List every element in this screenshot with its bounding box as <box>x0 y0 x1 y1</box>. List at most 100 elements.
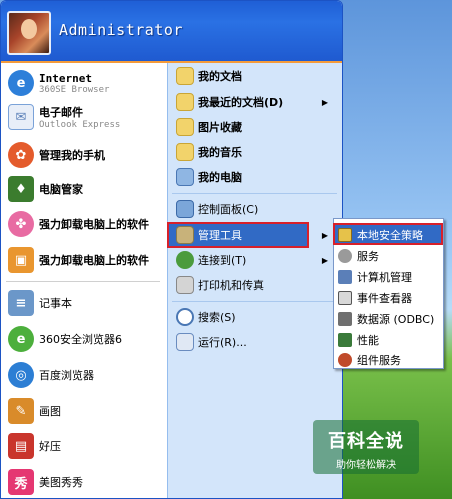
control-panel-icon <box>176 200 194 218</box>
menu-item-label: 管理我的手机 <box>39 149 105 162</box>
performance-icon <box>338 333 352 347</box>
submenu-item-performance[interactable]: 性能 <box>338 332 379 348</box>
menu-item-printers[interactable]: 打印机和传真 <box>176 276 264 294</box>
paint-icon: ✎ <box>8 398 34 424</box>
submenu-arrow-icon: ▶ <box>321 255 328 265</box>
menu-item-label: 控制面板(C) <box>198 203 259 216</box>
menu-item-label: 好压 <box>39 440 61 453</box>
submenu-item-label: 数据源 (ODBC) <box>357 313 435 326</box>
menu-item-music[interactable]: 我的音乐 <box>176 143 242 161</box>
menu-item-label: 画图 <box>39 405 61 418</box>
shield-icon: ♦ <box>8 176 34 202</box>
computer-icon <box>176 168 194 186</box>
submenu-item-label: 事件查看器 <box>357 292 412 305</box>
email-icon: ✉ <box>8 104 34 130</box>
submenu-arrow-icon: ▶ <box>321 230 328 240</box>
menu-item-recent-documents[interactable]: 我最近的文档(D) ▶ <box>176 93 336 111</box>
package-icon: ▣ <box>8 247 34 273</box>
menu-item-email[interactable]: ✉ 电子邮件 Outlook Express <box>8 104 120 130</box>
submenu-item-label: 性能 <box>357 334 379 347</box>
recent-folder-icon <box>176 93 194 111</box>
start-menu-header: Administrator <box>1 1 342 63</box>
menu-item-label: 电脑管家 <box>39 183 83 196</box>
menu-item-label: 搜索(S) <box>198 311 236 324</box>
menu-item-notepad[interactable]: ≡ 记事本 <box>8 290 72 316</box>
menu-item-360-browser[interactable]: e 360安全浏览器6 <box>8 326 122 352</box>
search-icon <box>176 308 194 326</box>
menu-item-uninstall-2[interactable]: ▣ 强力卸载电脑上的软件 <box>8 247 149 273</box>
submenu-item-label: 计算机管理 <box>357 271 412 284</box>
menu-item-run[interactable]: 运行(R)... <box>176 333 247 351</box>
menu-item-haozip[interactable]: ▤ 好压 <box>8 433 61 459</box>
component-services-icon <box>338 353 352 367</box>
submenu-item-local-security-policy[interactable]: 本地安全策略 <box>338 227 423 243</box>
menu-item-sublabel: Outlook Express <box>39 120 121 130</box>
menu-item-pictures[interactable]: 图片收藏 <box>176 118 242 136</box>
separator <box>172 193 337 194</box>
menu-item-label: 强力卸载电脑上的软件 <box>39 254 149 267</box>
menu-item-label: 管理工具 <box>198 229 242 242</box>
menu-item-label: 强力卸载电脑上的软件 <box>39 218 149 231</box>
menu-item-label: 我的音乐 <box>198 146 242 159</box>
menu-item-label: 360安全浏览器6 <box>39 333 122 346</box>
menu-item-search[interactable]: 搜索(S) <box>176 308 236 326</box>
submenu-item-odbc[interactable]: 数据源 (ODBC) <box>338 311 434 327</box>
folder-icon <box>176 67 194 85</box>
printer-icon <box>176 276 194 294</box>
menu-item-uninstall[interactable]: ✤ 强力卸载电脑上的软件 <box>8 211 149 237</box>
menu-item-label: 我最近的文档(D) <box>198 96 284 109</box>
menu-item-sublabel: 360SE Browser <box>39 84 110 95</box>
menu-item-meitu[interactable]: 秀 美图秀秀 <box>8 469 83 495</box>
pictures-folder-icon <box>176 118 194 136</box>
menu-item-my-documents[interactable]: 我的文档 <box>176 67 242 85</box>
menu-item-label: 我的文档 <box>198 70 242 83</box>
phone-manager-icon: ✿ <box>8 142 34 168</box>
watermark-title: 百科全说 <box>328 431 404 452</box>
network-icon <box>176 251 194 269</box>
menu-item-label: 图片收藏 <box>198 121 242 134</box>
menu-item-label: 百度浏览器 <box>39 369 94 382</box>
menu-item-label: 我的电脑 <box>198 171 242 184</box>
services-gear-icon <box>338 249 352 263</box>
menu-item-label: 电子邮件 <box>39 106 83 119</box>
admin-tools-icon <box>176 226 194 244</box>
submenu-arrow-icon: ▶ <box>321 97 328 107</box>
menu-item-label: 运行(R)... <box>198 336 247 349</box>
separator <box>6 281 160 282</box>
submenu-item-services[interactable]: 服务 <box>338 248 379 264</box>
menu-item-connect-to[interactable]: 连接到(T) ▶ <box>176 251 336 269</box>
menu-item-baidu-browser[interactable]: ◎ 百度浏览器 <box>8 362 94 388</box>
browser-globe-icon: e <box>8 70 34 96</box>
computer-management-icon <box>338 270 352 284</box>
menu-item-label: Internet <box>39 71 92 85</box>
security-policy-icon <box>338 228 352 242</box>
watermark-subtitle: 助你轻松解决 <box>336 460 396 471</box>
data-source-icon <box>338 312 352 326</box>
submenu-item-event-viewer[interactable]: 事件查看器 <box>338 290 412 306</box>
menu-item-paint[interactable]: ✎ 画图 <box>8 398 61 424</box>
menu-item-internet[interactable]: e Internet 360SE Browser <box>8 70 109 96</box>
menu-item-phone-manager[interactable]: ✿ 管理我的手机 <box>8 142 105 168</box>
submenu-item-label: 组件服务 <box>357 354 401 367</box>
submenu-item-component-services[interactable]: 组件服务 <box>338 352 401 368</box>
run-icon <box>176 333 194 351</box>
menu-item-admin-tools[interactable]: 管理工具 ▶ <box>176 226 336 244</box>
submenu-item-label: 服务 <box>357 250 379 263</box>
user-name: Administrator <box>59 21 183 39</box>
watermark: 百科全说 助你轻松解决 <box>313 420 419 474</box>
uninstall-icon: ✤ <box>8 211 34 237</box>
menu-item-label: 打印机和传真 <box>198 279 264 292</box>
notepad-icon: ≡ <box>8 290 34 316</box>
menu-item-label: 美图秀秀 <box>39 476 83 489</box>
submenu-item-label: 本地安全策略 <box>357 229 423 242</box>
separator <box>172 301 337 302</box>
archive-icon: ▤ <box>8 433 34 459</box>
menu-item-pc-manager[interactable]: ♦ 电脑管家 <box>8 176 83 202</box>
meitu-icon: 秀 <box>8 469 34 495</box>
menu-item-my-computer[interactable]: 我的电脑 <box>176 168 242 186</box>
user-avatar[interactable] <box>7 11 51 55</box>
event-viewer-icon <box>338 291 352 305</box>
submenu-item-computer-management[interactable]: 计算机管理 <box>338 269 412 285</box>
menu-item-control-panel[interactable]: 控制面板(C) <box>176 200 258 218</box>
menu-item-label: 连接到(T) <box>198 254 247 267</box>
